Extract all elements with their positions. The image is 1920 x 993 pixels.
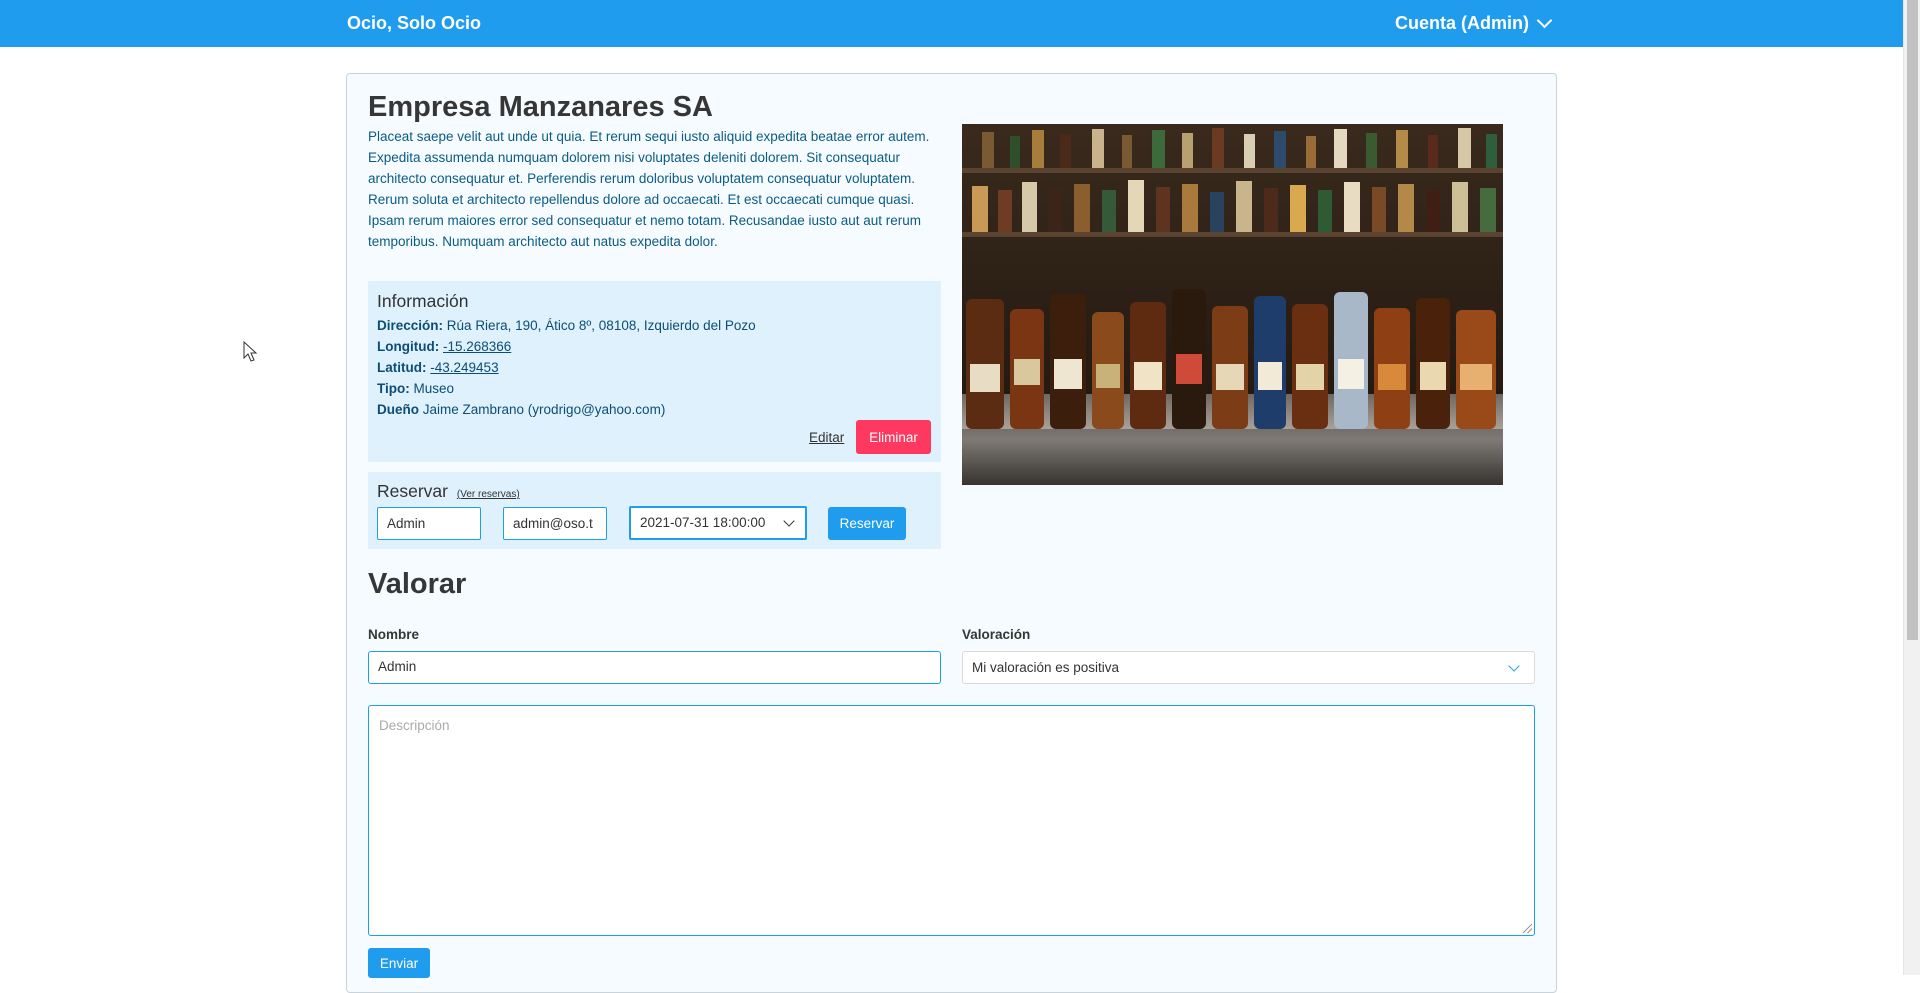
- page-title: Empresa Manzanares SA: [368, 91, 713, 123]
- scrollbar-thumb[interactable]: [1907, 0, 1918, 640]
- longitude-label: Longitud:: [377, 339, 440, 354]
- latitude-label: Latitud:: [377, 360, 427, 375]
- submit-review-button[interactable]: Enviar: [368, 948, 430, 978]
- reserve-button[interactable]: Reservar: [828, 507, 906, 540]
- review-description-textarea[interactable]: Descripción: [368, 705, 1535, 936]
- info-title: Información: [377, 291, 469, 311]
- chevron-down-icon: [1536, 12, 1553, 29]
- top-navbar: Ocio, Solo Ocio Cuenta (Admin): [0, 0, 1903, 47]
- review-name-input[interactable]: Admin: [368, 651, 941, 684]
- reserve-panel: Reservar (Ver reservas) Admin admin@oso.…: [368, 472, 941, 549]
- owner-value: Jaime Zambrano (yrodrigo@yahoo.com): [422, 402, 666, 417]
- reserve-email-input[interactable]: admin@oso.t: [503, 507, 607, 540]
- review-heading: Valorar: [368, 568, 467, 600]
- reserve-title: Reservar (Ver reservas): [377, 481, 520, 502]
- brand-link[interactable]: Ocio, Solo Ocio: [347, 13, 481, 34]
- type-row: Tipo: Museo: [377, 381, 454, 396]
- description-placeholder: Descripción: [379, 718, 450, 733]
- longitude-row: Longitud: -15.268366: [377, 339, 511, 354]
- chevron-down-icon: [1508, 660, 1520, 672]
- address-row: Dirección: Rúa Riera, 190, Ático 8º, 081…: [377, 318, 756, 333]
- rating-select[interactable]: Mi valoración es positiva: [962, 651, 1535, 684]
- address-value: Rúa Riera, 190, Ático 8º, 08108, Izquier…: [446, 318, 756, 333]
- edit-link[interactable]: Editar: [809, 430, 844, 445]
- reserve-datetime-select[interactable]: 2021-07-31 18:00:00: [629, 506, 807, 540]
- page-scrollbar[interactable]: [1903, 0, 1920, 975]
- bottles-photo-icon: [962, 124, 1503, 485]
- longitude-link[interactable]: -15.268366: [443, 339, 511, 354]
- rating-label: Valoración: [962, 627, 1031, 642]
- type-label: Tipo:: [377, 381, 410, 396]
- owner-label: Dueño: [377, 402, 419, 417]
- account-label: Cuenta (Admin): [1395, 13, 1529, 33]
- reserve-datetime-value: 2021-07-31 18:00:00: [640, 515, 766, 530]
- name-label: Nombre: [368, 627, 420, 642]
- reserve-title-label: Reservar: [377, 481, 448, 501]
- info-panel: Información Dirección: Rúa Riera, 190, Á…: [368, 281, 941, 462]
- place-photo: [962, 124, 1503, 485]
- latitude-link[interactable]: -43.249453: [430, 360, 498, 375]
- latitude-row: Latitud: -43.249453: [377, 360, 499, 375]
- rating-select-value: Mi valoración es positiva: [972, 660, 1120, 675]
- place-description: Placeat saepe velit aut unde ut quia. Et…: [368, 129, 930, 249]
- address-label: Dirección:: [377, 318, 444, 333]
- view-reservations-link[interactable]: (Ver reservas): [457, 489, 520, 500]
- type-value: Museo: [413, 381, 455, 396]
- chevron-down-icon: [783, 515, 795, 527]
- mouse-cursor-icon: [243, 341, 258, 362]
- reserve-name-input[interactable]: Admin: [377, 507, 481, 540]
- delete-button[interactable]: Eliminar: [856, 420, 931, 454]
- owner-row: Dueño Jaime Zambrano (yrodrigo@yahoo.com…: [377, 402, 665, 417]
- resize-grip-icon[interactable]: [1523, 924, 1532, 933]
- account-menu[interactable]: Cuenta (Admin): [1395, 12, 1553, 34]
